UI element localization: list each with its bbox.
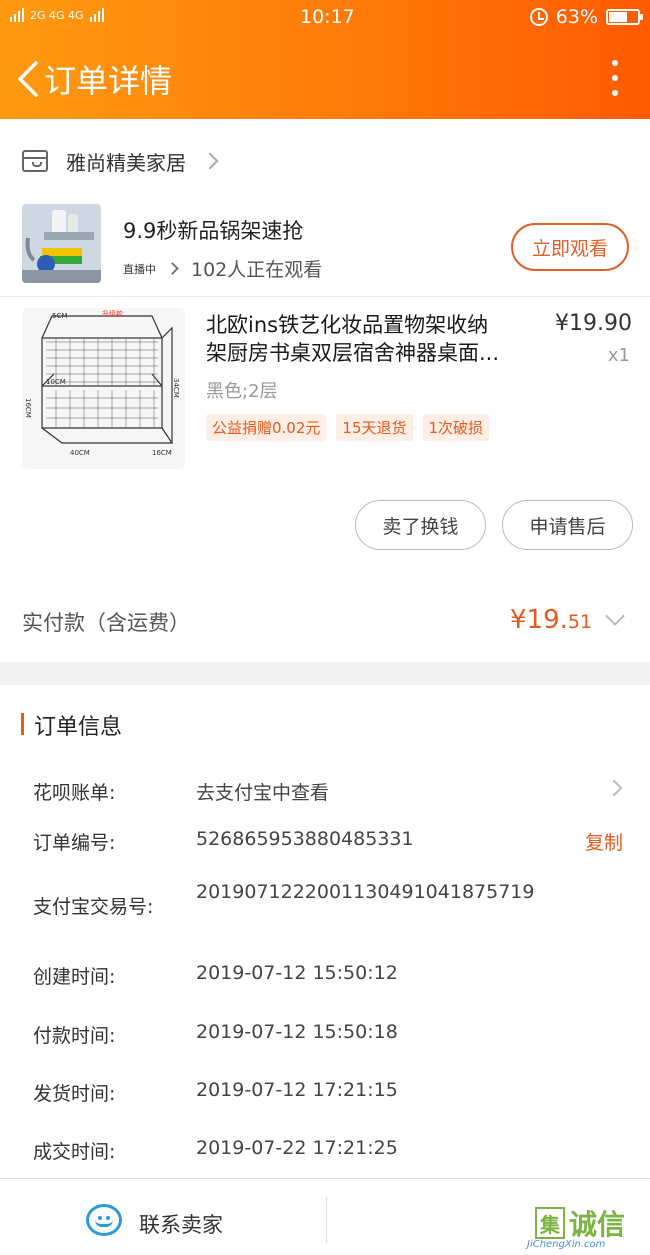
status-time: 10:17 bbox=[300, 6, 355, 28]
shipped-time-value: 2019-07-12 17:21:15 bbox=[196, 1079, 398, 1101]
tag-return: 15天退货 bbox=[336, 414, 413, 441]
chevron-down-icon[interactable] bbox=[605, 606, 625, 626]
live-badge: 直播中 bbox=[123, 262, 156, 276]
bottom-bar: 联系卖家 集 诚信 JiChengXin.com bbox=[0, 1178, 650, 1255]
header: 2G 4G 4G 10:17 63% 订单详情 bbox=[0, 0, 650, 119]
watermark-url: JiChengXin.com bbox=[527, 1239, 606, 1250]
sell-button[interactable]: 卖了换钱 bbox=[355, 500, 486, 550]
product-title-line1: 北欧ins铁艺化妆品置物架收纳 bbox=[206, 313, 489, 337]
copy-button[interactable]: 复制 bbox=[585, 828, 623, 855]
img-label-bottom: 40CM bbox=[70, 449, 90, 457]
paid-label: 实付款（含运费） bbox=[22, 611, 190, 635]
order-number-label: 订单编号: bbox=[33, 832, 116, 854]
divider bbox=[0, 296, 650, 297]
battery-icon bbox=[606, 9, 643, 25]
alipay-txn-label: 支付宝交易号: bbox=[33, 896, 154, 918]
tag-damage: 1次破损 bbox=[422, 414, 490, 441]
img-label-height: 34CM bbox=[172, 378, 180, 398]
product-title[interactable]: 北欧ins铁艺化妆品置物架收纳 架厨房书桌双层宿舍神器桌面... bbox=[206, 311, 536, 367]
status-bar: 2G 4G 4G 10:17 63% bbox=[0, 0, 650, 34]
tag-charity: 公益捐赠0.02元 bbox=[206, 414, 327, 441]
product-sku: 黑色;2层 bbox=[206, 381, 278, 402]
img-label-badge: 升级款 bbox=[102, 309, 123, 318]
nav-bar: 订单详情 bbox=[0, 50, 650, 106]
live-viewer-count: 102人正在观看 bbox=[191, 259, 323, 281]
product-tags: 公益捐赠0.02元 15天退货 1次破损 bbox=[206, 414, 490, 441]
shop-link[interactable]: 雅尚精美家居 bbox=[22, 144, 219, 178]
order-number-value: 526865953880485331 bbox=[196, 828, 414, 850]
order-info-title: 订单信息 bbox=[34, 715, 123, 740]
img-label-mid: 10CM bbox=[46, 378, 66, 386]
network-indicator: 2G 4G 4G bbox=[10, 6, 104, 22]
completed-time-label: 成交时间: bbox=[33, 1141, 116, 1163]
completed-time-value: 2019-07-22 17:21:25 bbox=[196, 1137, 398, 1159]
back-arrow-icon[interactable] bbox=[14, 60, 44, 98]
alipay-txn-value: 2019071222001130491041875719 bbox=[196, 881, 535, 903]
live-thumbnail[interactable] bbox=[22, 204, 101, 283]
paid-amount-main: ¥19. bbox=[510, 605, 568, 635]
watermark-mark: 集 bbox=[535, 1207, 565, 1239]
huabei-label: 花呗账单: bbox=[33, 782, 116, 804]
order-info-card: 订单信息 花呗账单: 去支付宝中查看 订单编号: 526865953880485… bbox=[0, 685, 650, 1178]
img-label-5cm: 5CM bbox=[52, 312, 67, 320]
paid-time-label: 付款时间: bbox=[33, 1025, 116, 1047]
img-label-side: 16CM bbox=[24, 398, 32, 418]
product-quantity: x1 bbox=[607, 345, 630, 366]
created-time-value: 2019-07-12 15:50:12 bbox=[196, 962, 398, 984]
divider bbox=[326, 1197, 327, 1243]
live-title[interactable]: 9.9秒新品锅架速抢 bbox=[123, 215, 303, 245]
paid-amount-cents: 51 bbox=[567, 611, 593, 633]
order-product-card: 雅尚精美家居 9.9秒新品锅架速抢 直播中 102人正在观看 立即观看 5CM … bbox=[0, 119, 650, 662]
paid-time-value: 2019-07-12 15:50:18 bbox=[196, 1021, 398, 1043]
shop-name: 雅尚精美家居 bbox=[66, 150, 186, 175]
live-status: 直播中 102人正在观看 bbox=[123, 255, 322, 282]
battery-percent: 63% bbox=[555, 6, 598, 28]
contact-seller-button[interactable]: 联系卖家 bbox=[139, 1209, 223, 1239]
network-label: 2G 4G 4G bbox=[30, 9, 84, 22]
after-sale-button[interactable]: 申请售后 bbox=[502, 500, 633, 550]
huabei-value[interactable]: 去支付宝中查看 bbox=[196, 778, 329, 805]
product-title-line2: 架厨房书桌双层宿舍神器桌面... bbox=[206, 341, 500, 365]
chevron-right-icon[interactable] bbox=[605, 779, 623, 797]
signal-icon bbox=[10, 6, 24, 22]
paid-amount: ¥19.51 bbox=[510, 605, 592, 635]
product-image[interactable]: 5CM 升级款 34CM 16CM 10CM 40CM 16CM bbox=[22, 308, 185, 469]
more-menu-icon[interactable] bbox=[610, 60, 620, 96]
created-time-label: 创建时间: bbox=[33, 966, 116, 988]
chevron-right-icon bbox=[166, 262, 179, 275]
chevron-right-icon bbox=[201, 152, 219, 170]
page-title: 订单详情 bbox=[44, 62, 173, 100]
watermark-logo: 集 诚信 bbox=[535, 1203, 625, 1243]
img-label-depth: 16CM bbox=[152, 449, 172, 457]
status-right: 63% bbox=[529, 6, 643, 28]
shop-icon bbox=[22, 150, 48, 172]
signal-icon-2 bbox=[89, 6, 104, 22]
watermark-text: 诚信 bbox=[569, 1208, 626, 1241]
watch-live-button[interactable]: 立即观看 bbox=[511, 223, 629, 271]
section-accent-bar bbox=[21, 713, 24, 735]
product-price: ¥19.90 bbox=[555, 311, 632, 336]
shipped-time-label: 发货时间: bbox=[33, 1083, 116, 1105]
alarm-icon bbox=[529, 8, 548, 26]
